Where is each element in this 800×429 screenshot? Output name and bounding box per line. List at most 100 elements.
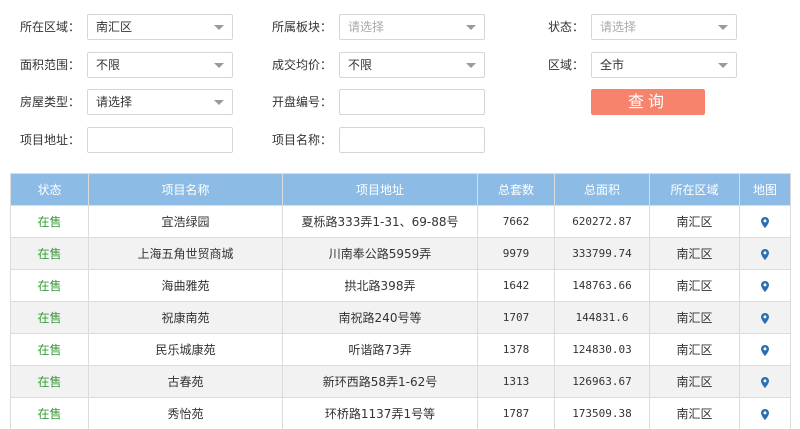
total-area-cell: 124830.03 (554, 333, 650, 366)
district-select[interactable]: 南汇区 (87, 14, 233, 40)
district-cell: 南汇区 (649, 301, 740, 334)
col-header-total-units[interactable]: 总套数 (477, 173, 555, 206)
status-cell[interactable]: 在售 (10, 365, 89, 398)
district-cell: 南汇区 (649, 397, 740, 429)
chevron-down-icon (214, 100, 224, 105)
block-label: 所属板块： (271, 20, 332, 34)
status-cell[interactable]: 在售 (10, 301, 89, 334)
col-header-map: 地图 (739, 173, 791, 206)
location-pin-icon[interactable] (761, 375, 769, 389)
district-cell: 南汇区 (649, 365, 740, 398)
status-cell[interactable]: 在售 (10, 237, 89, 270)
col-header-status[interactable]: 状态 (10, 173, 89, 206)
avg-price-label: 成交均价： (271, 58, 332, 72)
status-label: 状态： (547, 20, 584, 34)
total-units-cell: 9979 (477, 237, 555, 270)
project-name-cell[interactable]: 海曲雅苑 (88, 269, 283, 302)
total-units-cell: 1707 (477, 301, 555, 334)
location-pin-icon[interactable] (761, 247, 769, 261)
chevron-down-icon (718, 63, 728, 68)
location-pin-icon[interactable] (761, 215, 769, 229)
project-name-cell[interactable]: 上海五角世贸商城 (88, 237, 283, 270)
status-placeholder: 请选择 (600, 20, 637, 34)
status-select[interactable]: 请选择 (591, 14, 737, 40)
project-address-cell: 夏栎路333弄1-31、69-88号 (282, 205, 478, 238)
project-name-cell[interactable]: 祝康南苑 (88, 301, 283, 334)
map-cell[interactable] (739, 269, 791, 302)
project-name-cell[interactable]: 宜浩绿园 (88, 205, 283, 238)
project-name-input[interactable] (339, 127, 485, 153)
project-address-cell: 拱北路398弄 (282, 269, 478, 302)
house-type-label: 房屋类型： (19, 95, 80, 109)
project-name-cell[interactable]: 民乐城康苑 (88, 333, 283, 366)
project-name-cell[interactable]: 古春苑 (88, 365, 283, 398)
table-row: 在售 古春苑 新环西路58弄1-62号 1313 126963.67 南汇区 (10, 365, 791, 398)
total-units-cell: 1787 (477, 397, 555, 429)
project-address-cell: 南祝路240号等 (282, 301, 478, 334)
block-select[interactable]: 请选择 (339, 14, 485, 40)
map-cell[interactable] (739, 301, 791, 334)
table-row: 在售 民乐城康苑 听谐路73弄 1378 124830.03 南汇区 (10, 333, 791, 366)
table-row: 在售 祝康南苑 南祝路240号等 1707 144831.6 南汇区 (10, 301, 791, 334)
status-cell[interactable]: 在售 (10, 269, 89, 302)
district-label: 所在区域： (19, 20, 80, 34)
table-row: 在售 秀怡苑 环桥路1137弄1号等 1787 173509.38 南汇区 (10, 397, 791, 429)
total-area-cell: 333799.74 (554, 237, 650, 270)
district-cell: 南汇区 (649, 333, 740, 366)
project-address-cell: 川南奉公路5959弄 (282, 237, 478, 270)
map-cell[interactable] (739, 365, 791, 398)
area-range-label: 面积范围： (19, 58, 80, 72)
block-placeholder: 请选择 (348, 20, 385, 34)
map-cell[interactable] (739, 205, 791, 238)
location-pin-icon[interactable] (761, 343, 769, 357)
col-header-project-name[interactable]: 项目名称 (88, 173, 283, 206)
house-type-placeholder: 请选择 (96, 95, 133, 109)
total-area-cell: 144831.6 (554, 301, 650, 334)
chevron-down-icon (466, 25, 476, 30)
region-select[interactable]: 全市 (591, 52, 737, 78)
house-type-select[interactable]: 请选择 (87, 89, 233, 115)
status-cell[interactable]: 在售 (10, 205, 89, 238)
project-name-cell[interactable]: 秀怡苑 (88, 397, 283, 429)
total-area-cell: 620272.87 (554, 205, 650, 238)
project-name-label: 项目名称： (271, 133, 332, 147)
location-pin-icon[interactable] (761, 407, 769, 421)
project-address-cell: 新环西路58弄1-62号 (282, 365, 478, 398)
chevron-down-icon (214, 63, 224, 68)
status-cell[interactable]: 在售 (10, 397, 89, 429)
avg-price-select[interactable]: 不限 (339, 52, 485, 78)
project-address-cell: 环桥路1137弄1号等 (282, 397, 478, 429)
area-range-select[interactable]: 不限 (87, 52, 233, 78)
opening-no-input[interactable] (339, 89, 485, 115)
table-row: 在售 宜浩绿园 夏栎路333弄1-31、69-88号 7662 620272.87 南汇区 (10, 205, 791, 238)
avg-price-value: 不限 (348, 58, 373, 72)
total-area-cell: 148763.66 (554, 269, 650, 302)
district-cell: 南汇区 (649, 269, 740, 302)
total-area-cell: 126963.67 (554, 365, 650, 398)
total-units-cell: 1313 (477, 365, 555, 398)
district-value: 南汇区 (96, 20, 133, 34)
table-row: 在售 上海五角世贸商城 川南奉公路5959弄 9979 333799.74 南汇区 (10, 237, 791, 270)
map-cell[interactable] (739, 237, 791, 270)
col-header-project-address[interactable]: 项目地址 (282, 173, 478, 206)
project-address-cell: 听谐路73弄 (282, 333, 478, 366)
project-address-label: 项目地址： (19, 133, 80, 147)
district-cell: 南汇区 (649, 237, 740, 270)
search-button[interactable]: 查询 (591, 89, 705, 115)
region-value: 全市 (600, 58, 625, 72)
map-cell[interactable] (739, 397, 791, 429)
project-address-input[interactable] (87, 127, 233, 153)
chevron-down-icon (718, 25, 728, 30)
col-header-district[interactable]: 所在区域 (649, 173, 740, 206)
total-units-cell: 1642 (477, 269, 555, 302)
total-units-cell: 7662 (477, 205, 555, 238)
col-header-total-area[interactable]: 总面积 (554, 173, 650, 206)
table-header-row: 状态 项目名称 项目地址 总套数 总面积 所在区域 地图 (10, 173, 791, 206)
location-pin-icon[interactable] (761, 311, 769, 325)
table-row: 在售 海曲雅苑 拱北路398弄 1642 148763.66 南汇区 (10, 269, 791, 302)
total-units-cell: 1378 (477, 333, 555, 366)
location-pin-icon[interactable] (761, 279, 769, 293)
map-cell[interactable] (739, 333, 791, 366)
district-cell: 南汇区 (649, 205, 740, 238)
status-cell[interactable]: 在售 (10, 333, 89, 366)
